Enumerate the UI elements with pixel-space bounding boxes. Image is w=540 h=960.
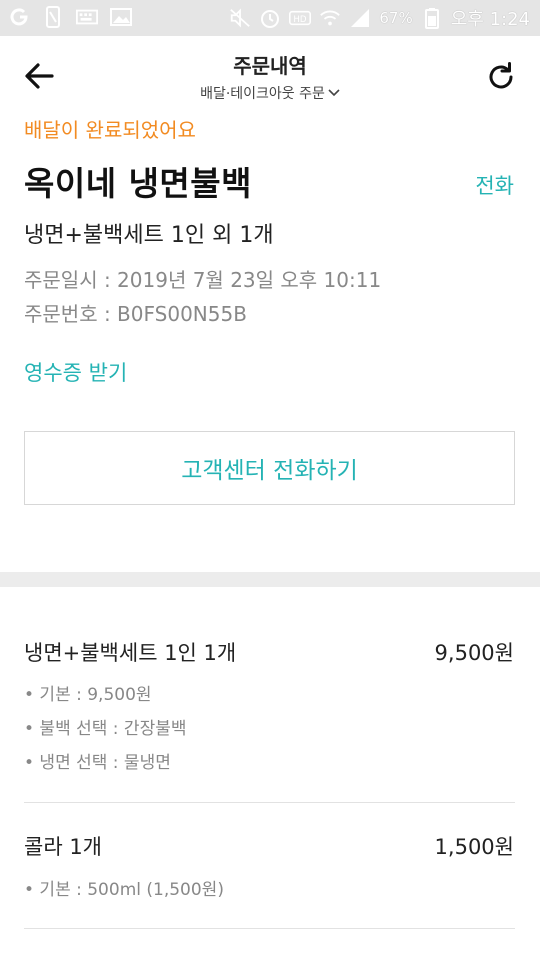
alarm-icon: [259, 7, 281, 29]
battery-percent: 67%: [379, 9, 413, 27]
page-title: 주문내역: [233, 54, 307, 78]
customer-center-call-button[interactable]: 고객센터 전화하기: [24, 431, 515, 505]
wifi-icon: [319, 7, 341, 29]
battery-icon: [421, 7, 443, 29]
item-option: • 냉면 선택 : 물냉면: [24, 753, 171, 773]
delivery-status: 배달이 완료되었어요: [24, 118, 196, 142]
section-divider: [0, 572, 540, 587]
item-option: • 기본 : 9,500원: [24, 685, 152, 705]
item-price: 9,500원: [434, 641, 514, 665]
hd-icon: HD: [289, 7, 312, 29]
item-divider: [24, 928, 515, 929]
status-time: 오후 1:24: [450, 9, 530, 30]
receipt-link[interactable]: 영수증 받기: [24, 357, 127, 387]
g-icon: [8, 6, 30, 28]
status-bar: HD 67% 오후 1:24: [0, 0, 540, 36]
item-option: • 기본 : 500ml (1,500원): [24, 880, 224, 900]
order-type-dropdown[interactable]: 배달·테이크아웃 주문: [200, 83, 340, 103]
order-number: 주문번호 : B0FS00N55B: [24, 302, 247, 326]
refresh-icon: [489, 62, 513, 89]
refresh-button[interactable]: [484, 60, 518, 94]
call-store-link[interactable]: 전화: [475, 170, 514, 200]
item-divider: [24, 802, 515, 803]
signal-icon: [349, 7, 371, 29]
mute-icon: [229, 7, 251, 29]
order-summary: 냉면+불백세트 1인 외 1개: [24, 223, 274, 248]
item-name: 냉면+불백세트 1인 1개: [24, 641, 237, 665]
phone-icon: [42, 6, 64, 28]
order-datetime: 주문일시 : 2019년 7월 23일 오후 10:11: [24, 268, 382, 292]
header-title-block: 주문내역 배달·테이크아웃 주문: [0, 50, 540, 103]
app-header: 주문내역 배달·테이크아웃 주문: [0, 36, 540, 112]
chevron-down-icon: [328, 89, 340, 97]
image-icon: [110, 6, 132, 28]
item-option: • 불백 선택 : 간장불백: [24, 719, 187, 739]
item-price: 1,500원: [434, 835, 514, 859]
svg-text:HD: HD: [294, 15, 307, 25]
store-name: 옥이네 냉면불백: [24, 164, 253, 203]
item-name: 콜라 1개: [24, 835, 102, 859]
keyboard-icon: [76, 6, 98, 28]
order-type-label: 배달·테이크아웃 주문: [200, 86, 325, 102]
